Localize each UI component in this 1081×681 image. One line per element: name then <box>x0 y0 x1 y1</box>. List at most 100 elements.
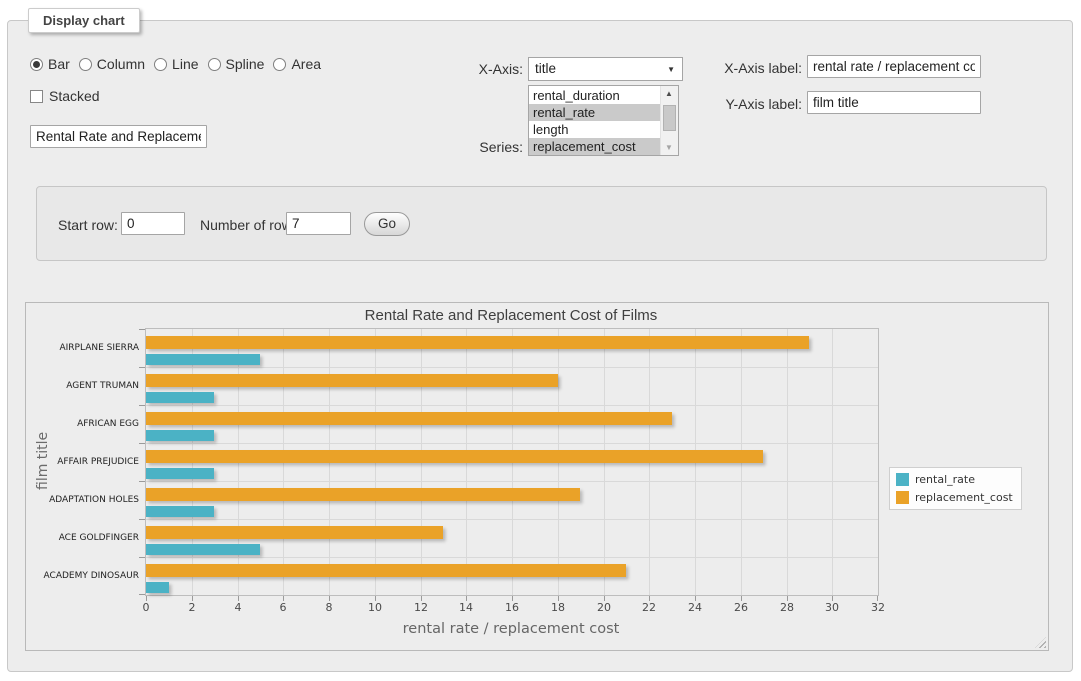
bar-replacement_cost <box>146 450 763 463</box>
y-gridline <box>146 405 878 406</box>
chart-legend: rental_rate replacement_cost <box>889 467 1022 510</box>
x-axis-select-label: X-Axis: <box>460 61 523 77</box>
bar-replacement_cost <box>146 336 809 349</box>
radio-icon <box>273 58 286 71</box>
bar-rental_rate <box>146 506 214 517</box>
chart-x-axis-label: rental rate / replacement cost <box>145 621 877 637</box>
scroll-down-icon[interactable]: ▼ <box>661 143 677 152</box>
bar-rental_rate <box>146 354 260 365</box>
x-tick-label: 18 <box>551 601 565 614</box>
chart-type-radio-group: Bar Column Line Spline Area <box>30 56 321 72</box>
legend-label: rental_rate <box>915 473 975 486</box>
series-option-rental-duration[interactable]: rental_duration <box>529 87 661 104</box>
bar-replacement_cost <box>146 412 672 425</box>
y-axis-label-input[interactable] <box>807 91 981 114</box>
y-gridline <box>146 367 878 368</box>
x-gridline <box>832 329 833 595</box>
scrollbar-thumb[interactable] <box>663 105 676 131</box>
category-label: ADAPTATION HOLES <box>20 481 139 519</box>
page: { "panel": { "legend": "Display chart" }… <box>0 0 1081 681</box>
bar-rental_rate <box>146 468 214 479</box>
x-tick-label: 2 <box>189 601 196 614</box>
bar-rental_rate <box>146 544 260 555</box>
radio-label: Column <box>97 56 145 72</box>
series-listbox[interactable]: rental_duration rental_rate length repla… <box>528 85 679 156</box>
legend-entry: replacement_cost <box>896 491 1013 504</box>
radio-icon <box>154 58 167 71</box>
radio-icon <box>79 58 92 71</box>
chart-type-radio-line[interactable]: Line <box>154 56 198 72</box>
radio-label: Line <box>172 56 198 72</box>
radio-icon <box>208 58 221 71</box>
chart-type-radio-area[interactable]: Area <box>273 56 321 72</box>
stacked-checkbox-row[interactable]: Stacked <box>30 88 100 104</box>
chart-title-input[interactable] <box>30 125 207 148</box>
x-gridline <box>787 329 788 595</box>
y-axis-label-label: Y-Axis label: <box>688 96 802 112</box>
y-tick-mark <box>139 519 145 520</box>
x-tick-label: 26 <box>734 601 748 614</box>
y-gridline <box>146 557 878 558</box>
go-button[interactable]: Go <box>364 212 410 236</box>
series-option-length[interactable]: length <box>529 121 661 138</box>
rows-panel: Start row: Number of rows: Go <box>36 186 1047 261</box>
start-row-label: Start row: <box>58 217 118 233</box>
bar-replacement_cost <box>146 564 626 577</box>
category-label: ACE GOLDFINGER <box>20 519 139 557</box>
start-row-input[interactable] <box>121 212 185 235</box>
series-options: rental_duration rental_rate length repla… <box>529 87 661 155</box>
x-axis-label-label: X-Axis label: <box>688 60 802 76</box>
bar-replacement_cost <box>146 374 558 387</box>
bar-rental_rate <box>146 582 169 593</box>
category-label: AFFAIR PREJUDICE <box>20 443 139 481</box>
x-tick-label: 22 <box>642 601 656 614</box>
x-tick-label: 0 <box>143 601 150 614</box>
series-option-replacement-cost[interactable]: replacement_cost <box>529 138 661 155</box>
bar-replacement_cost <box>146 488 580 501</box>
resize-handle-icon[interactable] <box>1035 637 1046 648</box>
x-tick-label: 24 <box>688 601 702 614</box>
y-tick-mark <box>139 329 145 330</box>
y-gridline <box>146 481 878 482</box>
checkbox-icon <box>30 90 43 103</box>
y-tick-mark <box>139 481 145 482</box>
x-tick-label: 28 <box>780 601 794 614</box>
legend-swatch <box>896 491 909 504</box>
radio-label: Area <box>291 56 321 72</box>
series-scrollbar[interactable]: ▲ ▼ <box>660 86 678 155</box>
series-list-label: Series: <box>460 139 523 155</box>
x-tick-label: 32 <box>871 601 885 614</box>
num-rows-input[interactable] <box>286 212 351 235</box>
y-tick-mark <box>139 557 145 558</box>
scroll-up-icon[interactable]: ▲ <box>661 89 677 98</box>
x-tick-label: 20 <box>597 601 611 614</box>
chart-type-radio-bar[interactable]: Bar <box>30 56 70 72</box>
y-gridline <box>146 443 878 444</box>
y-tick-mark <box>139 594 145 595</box>
stacked-label: Stacked <box>49 88 100 104</box>
bar-rental_rate <box>146 392 214 403</box>
category-label: AFRICAN EGG <box>20 405 139 443</box>
series-option-rental-rate[interactable]: rental_rate <box>529 104 661 121</box>
radio-icon <box>30 58 43 71</box>
category-label: AGENT TRUMAN <box>20 367 139 405</box>
x-axis-label-input[interactable] <box>807 55 981 78</box>
bar-rental_rate <box>146 430 214 441</box>
y-tick-mark <box>139 405 145 406</box>
y-gridline <box>146 519 878 520</box>
x-tick-label: 14 <box>459 601 473 614</box>
chart-type-radio-spline[interactable]: Spline <box>208 56 265 72</box>
category-label: AIRPLANE SIERRA <box>20 329 139 367</box>
radio-label: Spline <box>226 56 265 72</box>
fieldset-legend: Display chart <box>28 8 140 33</box>
legend-entry: rental_rate <box>896 473 1013 486</box>
radio-label: Bar <box>48 56 70 72</box>
chart-title: Rental Rate and Replacement Cost of Film… <box>145 307 877 324</box>
y-tick-mark <box>139 367 145 368</box>
x-axis-select[interactable]: title ▼ <box>528 57 683 81</box>
chart-type-radio-column[interactable]: Column <box>79 56 145 72</box>
x-tick-label: 6 <box>280 601 287 614</box>
category-label: ACADEMY DINOSAUR <box>20 557 139 595</box>
chart-container: Rental Rate and Replacement Cost of Film… <box>25 302 1049 651</box>
x-tick-label: 30 <box>825 601 839 614</box>
